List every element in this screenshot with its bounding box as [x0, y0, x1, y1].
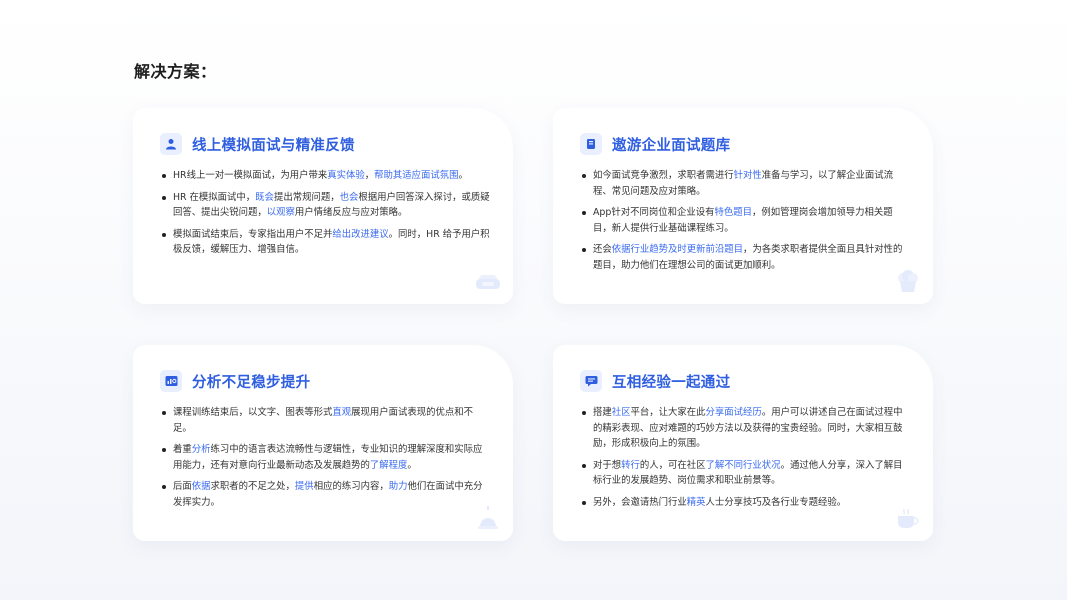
highlight-text: 提供	[294, 481, 314, 493]
card-bullet-item: 着重分析练习中的语言表达流畅性与逻辑性，专业知识的理解深度和实际应用能力，还有对…	[161, 442, 491, 473]
card-bullet-item: 课程训练结束后，以文字、图表等形式直观展现用户面试表现的优点和不足。	[161, 405, 491, 436]
highlight-text: 分析	[191, 444, 211, 456]
card-bullet-list: 搭建社区平台，让大家在此分享面试经历。用户可以讲述自己在面试过程中的精彩表现、应…	[581, 405, 911, 517]
bullet-text: 还会	[593, 244, 612, 256]
card-bullet-item: 搭建社区平台，让大家在此分享面试经历。用户可以讲述自己在面试过程中的精彩表现、应…	[581, 405, 911, 452]
card-header: 线上模拟面试与精准反馈	[160, 133, 355, 155]
bullet-text: 后面	[173, 481, 192, 493]
card-bullet-item: App针对不同岗位和企业设有特色题目，例如管理岗会增加领导力相关题目，新人提供行…	[581, 205, 911, 236]
book-icon	[580, 133, 602, 155]
card-title: 遨游企业面试题库	[612, 137, 731, 154]
bullet-text: 提出常规问题，	[273, 191, 340, 203]
highlight-text: 助力	[388, 481, 408, 493]
card-header: 分析不足稳步提升	[160, 370, 310, 392]
card-bullet-list: 课程训练结束后，以文字、图表等形式直观展现用户面试表现的优点和不足。 着重分析练习…	[161, 405, 491, 517]
bullet-text: 模拟面试结束后，专家指出用户不足并	[173, 228, 333, 240]
card-bullet-item: 后面依据求职者的不足之处，提供相应的练习内容，助力他们在面试中充分发挥实力。	[161, 479, 491, 510]
bullet-text: 平台，让大家在此	[630, 407, 706, 418]
card-bullet-list: 如今面试竞争激烈，求职者需进行针对性准备与学习，以了解企业面试流程、常见问题及应…	[581, 168, 911, 280]
highlight-text: 依据行业趋势及时更新前沿题目	[611, 244, 744, 256]
card-header: 遨游企业面试题库	[580, 133, 730, 155]
page-title: 解决方案：	[134, 62, 217, 81]
card-bullet-item: 另外，会邀请热门行业精英人士分享技巧及各行业专题经验。	[581, 495, 911, 511]
solution-card-question-bank: 遨游企业面试题库 如今面试竞争激烈，求职者需进行针对性准备与学习，以了解企业面试…	[553, 108, 933, 304]
card-title: 线上模拟面试与精准反馈	[192, 137, 355, 154]
highlight-text: 转行	[621, 459, 640, 471]
highlight-text: 针对性	[733, 170, 762, 181]
card-bullet-item: 对于想转行的人，可在社区了解不同行业状况。通过他人分享，深入了解目标行业的发展趋…	[581, 458, 911, 489]
highlight-text: 社区	[611, 407, 631, 418]
highlight-text: 特色题目	[714, 207, 752, 219]
highlight-text: 精英	[686, 496, 706, 508]
highlight-text: 直观	[332, 407, 352, 418]
alarm-bell-icon	[475, 505, 501, 531]
bullet-text: 课程训练结束后，以文字、图表等形式	[173, 407, 333, 418]
solution-card-analysis: 分析不足稳步提升 课程训练结束后，以文字、图表等形式直观展现用户面试表现的优点和…	[133, 345, 513, 541]
card-title: 互相经验一起通过	[612, 374, 731, 391]
chat-icon	[580, 370, 602, 392]
card-bullet-item: 模拟面试结束后，专家指出用户不足并给出改进建议。同时，HR 给予用户积极反馈，缓…	[161, 227, 491, 258]
bullet-text: 另外，会邀请热门行业	[593, 496, 687, 508]
highlight-text: 分享面试经历	[705, 407, 762, 418]
solution-card-community: 互相经验一起通过 搭建社区平台，让大家在此分享面试经历。用户可以讲述自己在面试过…	[553, 345, 933, 541]
bullet-text: 着重	[173, 444, 192, 456]
highlight-text: 给出改进建议	[332, 228, 389, 240]
card-bullet-item: 如今面试竞争激烈，求职者需进行针对性准备与学习，以了解企业面试流程、常见问题及应…	[581, 168, 911, 199]
card-bullet-item: HR 在模拟面试中，既会提出常规问题，也会根据用户回答深入探讨，或质疑回答、提出…	[161, 190, 491, 221]
bullet-text: ，	[364, 170, 375, 181]
card-bullet-list: HR线上一对一模拟面试，为用户带来真实体验，帮助其适应面试氛围。 HR 在模拟面试…	[161, 168, 491, 264]
bullet-text: 用户情绪反应与应对策略。	[294, 207, 408, 219]
sofa-icon	[475, 268, 501, 294]
highlight-text: 真实体验	[327, 170, 365, 181]
highlight-text: 也会	[339, 191, 359, 203]
bullet-text: 相应的练习内容，	[313, 481, 389, 493]
bullet-text: 。	[458, 170, 468, 181]
bullet-text: 练习中的语言表达流畅性与逻辑性，专业知识的理解深度和实际应用能力，还有对意向行业…	[173, 444, 483, 471]
user-icon	[160, 133, 182, 155]
card-bullet-item: 还会依据行业趋势及时更新前沿题目，为各类求职者提供全面且具针对性的题目，助力他们…	[581, 242, 911, 273]
bullet-text: HR线上一对一模拟面试，为用户带来	[173, 170, 328, 181]
bullet-text: 。	[407, 459, 417, 471]
bullet-text: HR 在模拟面试中，	[173, 191, 256, 203]
highlight-text: 依据	[191, 481, 211, 493]
card-title: 分析不足稳步提升	[192, 374, 311, 391]
coffee-cup-icon	[895, 505, 921, 531]
highlight-text: 了解不同行业状况	[705, 459, 781, 471]
solution-card-mock-interview: 线上模拟面试与精准反馈 HR线上一对一模拟面试，为用户带来真实体验，帮助其适应面…	[133, 108, 513, 304]
chart-board-icon	[160, 370, 182, 392]
bullet-text: 求职者的不足之处，	[210, 481, 295, 493]
cupcake-icon	[895, 268, 921, 294]
highlight-text: 帮助其适应面试氛围	[374, 170, 459, 181]
bullet-text: 如今面试竞争激烈，求职者需进行	[593, 170, 734, 181]
bullet-text: App针对不同岗位和企业设有	[593, 207, 715, 219]
bullet-text: 搭建	[593, 407, 612, 418]
bullet-text: 对于想	[593, 459, 622, 471]
bullet-text: 人士分享技巧及各行业专题经验。	[705, 496, 847, 508]
highlight-text: 了解程度	[369, 459, 408, 471]
card-header: 互相经验一起通过	[580, 370, 730, 392]
bullet-text: 的人，可在社区	[639, 459, 706, 471]
highlight-text: 既会	[255, 191, 274, 203]
highlight-text: 以观察	[266, 207, 295, 219]
card-bullet-item: HR线上一对一模拟面试，为用户带来真实体验，帮助其适应面试氛围。	[161, 168, 491, 184]
